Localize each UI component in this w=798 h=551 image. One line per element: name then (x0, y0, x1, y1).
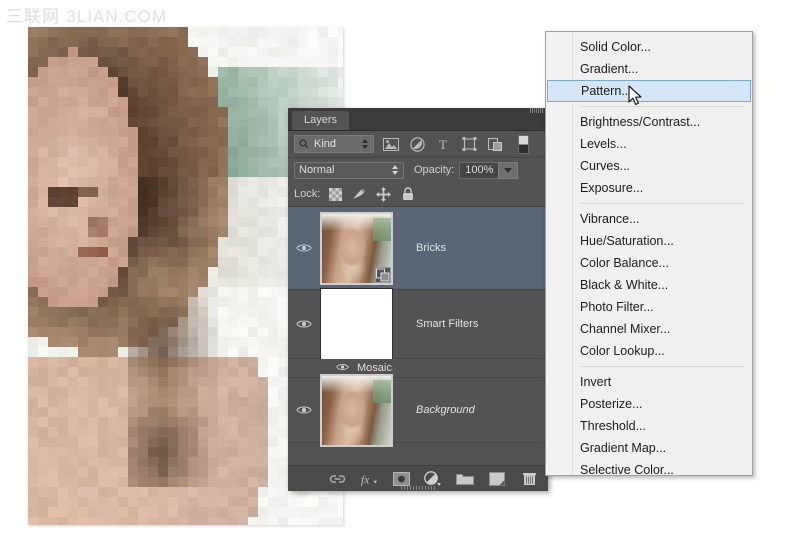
photoshop-screenshot: 三联网 3LIAN.COM Layers Kind (0, 0, 798, 551)
new-group-button[interactable] (456, 470, 474, 488)
layer-name[interactable]: Background (416, 404, 475, 416)
lock-image-pixels-icon[interactable] (352, 187, 367, 202)
layer-visibility-cell[interactable] (288, 243, 320, 253)
layer-name[interactable]: Smart Filters (416, 318, 478, 330)
smart-object-badge-icon (375, 267, 391, 283)
menu-item-levels[interactable]: Levels... (546, 133, 752, 155)
menu-separator (580, 366, 744, 367)
menu-separator (580, 203, 744, 204)
filter-shape-layers-icon[interactable] (460, 136, 478, 152)
menu-item-solid-color[interactable]: Solid Color... (546, 36, 752, 58)
add-layer-mask-button[interactable] (392, 470, 410, 488)
svg-text:fx: fx (361, 473, 370, 486)
panel-tab-bar: Layers (288, 108, 548, 131)
delete-layer-button[interactable] (520, 470, 538, 488)
layers-panel-footer: fx (288, 465, 548, 491)
menu-item-exposure[interactable]: Exposure... (546, 177, 752, 199)
filter-enable-toggle[interactable] (518, 135, 529, 154)
lock-position-icon[interactable] (376, 187, 391, 202)
menu-separator (580, 106, 744, 107)
watermark-en: 3LIAN.COM (66, 7, 167, 26)
menu-item-channel-mixer[interactable]: Channel Mixer... (546, 318, 752, 340)
svg-text:T: T (439, 137, 447, 151)
smart-filter-name[interactable]: Mosaic (357, 362, 392, 374)
blend-mode-row[interactable]: Normal Opacity: 100% (288, 158, 548, 182)
chevron-updown-icon[interactable] (361, 138, 369, 150)
layer-filter-row[interactable]: Kind T (288, 131, 548, 158)
layer-name[interactable]: Bricks (416, 242, 446, 254)
layer-thumbnail[interactable] (320, 374, 393, 447)
layers-panel[interactable]: Layers Kind (288, 108, 548, 491)
blend-mode-value: Normal (299, 164, 391, 176)
menu-item-curves[interactable]: Curves... (546, 155, 752, 177)
opacity-dropdown-arrow[interactable] (498, 162, 518, 179)
panel-menu-grip-icon[interactable] (530, 108, 544, 113)
layer-row[interactable]: Background (288, 378, 548, 443)
opacity-value[interactable]: 100% (459, 162, 498, 179)
tab-layers[interactable]: Layers (292, 111, 349, 130)
eye-visibility-icon[interactable] (296, 319, 312, 329)
layer-thumbnail[interactable] (320, 212, 393, 285)
layer-row[interactable]: Bricks (288, 207, 548, 290)
filter-adjustment-layers-icon[interactable] (408, 136, 426, 152)
eye-visibility-icon[interactable] (296, 243, 312, 253)
opacity-label: Opacity: (414, 164, 454, 176)
filter-smart-object-icon[interactable] (486, 136, 504, 152)
menu-item-posterize[interactable]: Posterize... (546, 393, 752, 415)
link-layers-button[interactable] (328, 470, 346, 488)
filter-type-layers-icon[interactable]: T (434, 136, 452, 152)
layer-visibility-cell[interactable] (288, 319, 320, 329)
filter-kind-select[interactable]: Kind (294, 135, 374, 153)
watermark: 三联网 3LIAN.COM (6, 2, 167, 27)
blend-mode-select[interactable]: Normal (294, 162, 404, 179)
smart-filter-visibility-cell[interactable] (336, 362, 349, 374)
menu-item-selective-color[interactable]: Selective Color... (546, 459, 752, 481)
layer-visibility-cell[interactable] (288, 405, 320, 415)
menu-item-vibrance[interactable]: Vibrance... (546, 208, 752, 230)
filter-kind-label: Kind (314, 138, 361, 150)
menu-item-threshold[interactable]: Threshold... (546, 415, 752, 437)
layer-thumbnail-cell[interactable] (320, 288, 406, 361)
smart-filter-mask-thumbnail[interactable] (320, 288, 393, 361)
menu-item-color-balance[interactable]: Color Balance... (546, 252, 752, 274)
layer-list[interactable]: Bricks Smart Filters Mosaic Background (288, 207, 548, 443)
eye-visibility-icon[interactable] (296, 405, 312, 415)
lock-all-icon[interactable] (400, 187, 415, 202)
search-icon (299, 139, 309, 149)
new-layer-button[interactable] (488, 470, 506, 488)
filter-pixel-layers-icon[interactable] (382, 136, 400, 152)
lock-label: Lock: (294, 188, 320, 200)
menu-item-photo-filter[interactable]: Photo Filter... (546, 296, 752, 318)
layer-thumbnail-cell[interactable] (320, 374, 406, 447)
menu-item-gradient-map[interactable]: Gradient Map... (546, 437, 752, 459)
new-adjustment-layer-button[interactable] (424, 470, 442, 488)
new-adjustment-layer-menu[interactable]: Solid Color...Gradient...Pattern... Brigh… (545, 31, 753, 476)
lock-row[interactable]: Lock: (288, 182, 548, 207)
menu-item-gradient[interactable]: Gradient... (546, 58, 752, 80)
lock-transparent-pixels-icon[interactable] (328, 187, 343, 202)
panel-resize-grip-icon[interactable] (401, 486, 435, 490)
layer-row[interactable]: Smart Filters (288, 290, 548, 359)
menu-item-brightness-contrast[interactable]: Brightness/Contrast... (546, 111, 752, 133)
watermark-cn: 三联网 (6, 7, 60, 27)
filter-type-icons: T (382, 135, 529, 154)
layer-thumbnail-cell[interactable] (320, 212, 406, 285)
menu-item-color-lookup[interactable]: Color Lookup... (546, 340, 752, 362)
menu-item-invert[interactable]: Invert (546, 371, 752, 393)
eye-visibility-icon[interactable] (336, 363, 349, 371)
opacity-field[interactable]: 100% (459, 162, 518, 179)
menu-item-hue-saturation[interactable]: Hue/Saturation... (546, 230, 752, 252)
chevron-updown-icon[interactable] (391, 164, 399, 176)
menu-item-pattern[interactable]: Pattern... (547, 80, 751, 102)
layer-style-fx-button[interactable]: fx (360, 470, 378, 488)
menu-item-black-white[interactable]: Black & White... (546, 274, 752, 296)
menu-item-list[interactable]: Solid Color...Gradient...Pattern... Brigh… (546, 32, 752, 481)
lock-icons (328, 187, 415, 202)
